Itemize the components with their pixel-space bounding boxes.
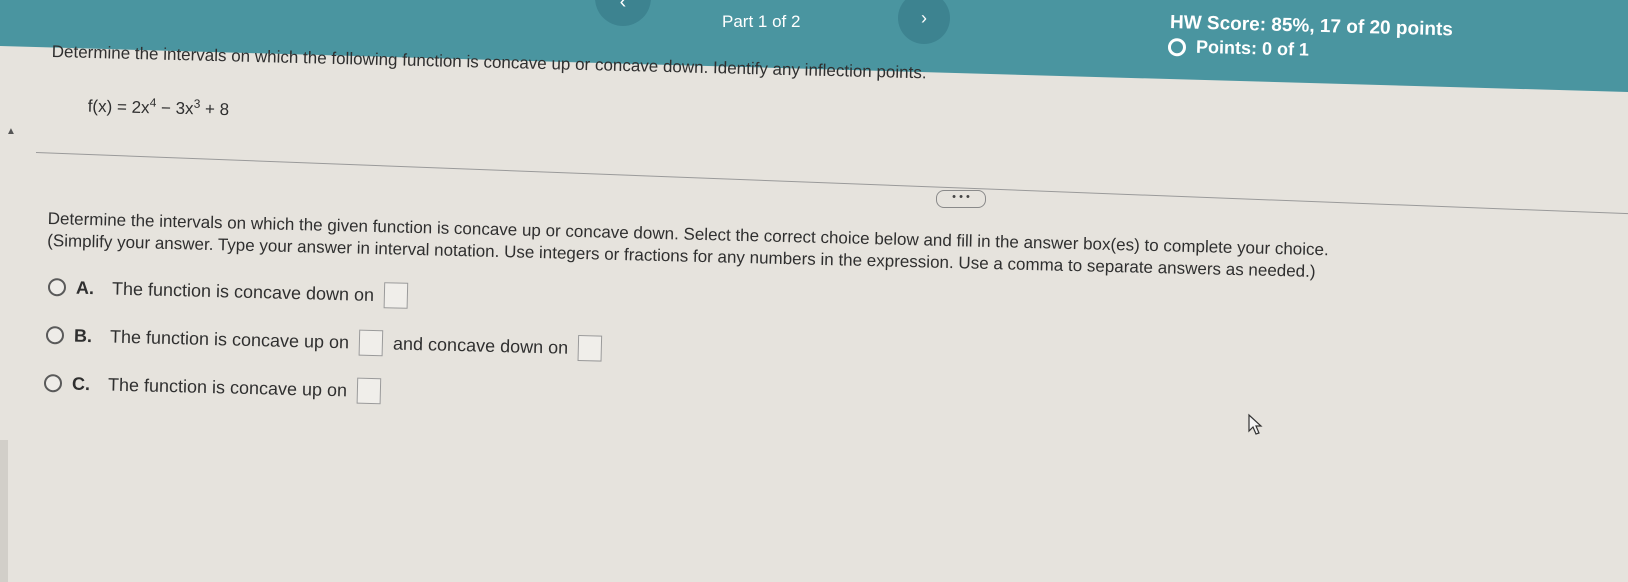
- points-circle-icon: [1167, 37, 1187, 56]
- answer-box[interactable]: [383, 282, 409, 309]
- answer-box[interactable]: [356, 377, 382, 405]
- radio-button[interactable]: [47, 278, 67, 297]
- choice-letter: B.: [73, 325, 93, 346]
- choice-text: The function is concave down on: [111, 278, 375, 305]
- left-edge-bar: [0, 440, 8, 582]
- formula-part: f(x) = 2x: [87, 96, 150, 118]
- radio-button[interactable]: [43, 374, 63, 393]
- formula-part: + 8: [200, 99, 230, 120]
- collapse-arrow-icon[interactable]: ▲: [6, 126, 16, 137]
- choice-b[interactable]: B. The function is concave up on and con…: [45, 322, 603, 362]
- answer-box[interactable]: [358, 329, 384, 357]
- section-divider: [35, 152, 1628, 215]
- function-formula: f(x) = 2x4 − 3x3 + 8: [87, 94, 229, 120]
- points-label: Points: 0 of 1: [1195, 36, 1310, 60]
- chevron-right-icon: ›: [921, 7, 927, 28]
- choice-text: The function is concave up on: [107, 374, 348, 400]
- choice-text: The function is concave up on: [109, 326, 350, 352]
- choice-text: and concave down on: [392, 332, 569, 358]
- choice-a[interactable]: A. The function is concave down on: [47, 274, 409, 309]
- more-button[interactable]: • • •: [936, 190, 986, 208]
- instructions: Determine the intervals on which the giv…: [47, 208, 1329, 283]
- part-label: Part 1 of 2: [722, 12, 801, 31]
- formula-part: − 3x: [156, 98, 194, 119]
- choice-letter: C.: [71, 373, 91, 394]
- choice-c[interactable]: C. The function is concave up on: [43, 370, 382, 405]
- points-status: Points: 0 of 1: [1167, 36, 1310, 61]
- mouse-cursor-icon: [1248, 413, 1263, 435]
- radio-button[interactable]: [45, 326, 65, 345]
- chevron-left-icon: ‹: [619, 0, 627, 13]
- answer-box[interactable]: [577, 335, 603, 362]
- choice-letter: A.: [75, 277, 95, 298]
